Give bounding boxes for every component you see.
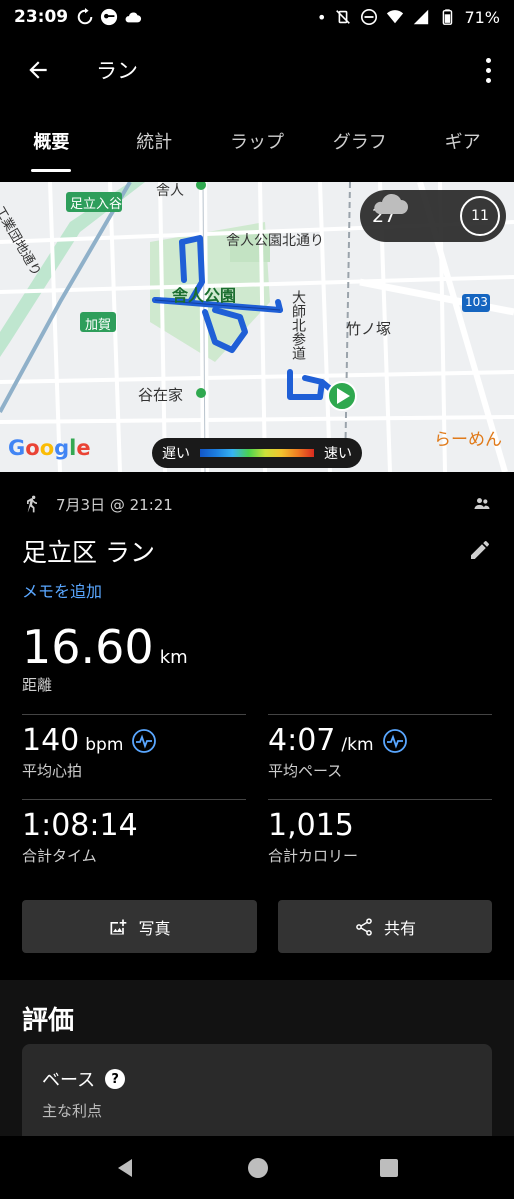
people-icon[interactable] xyxy=(472,494,492,514)
map-label-toneri: 舎人 xyxy=(156,183,184,199)
share-button[interactable]: 共有 xyxy=(278,900,492,953)
evaluation-card-title: ベース xyxy=(42,1070,96,1091)
heart-rate-value: 140 xyxy=(22,723,80,758)
arrow-back-icon xyxy=(29,61,47,79)
map-label-kaga: 加賀 xyxy=(85,318,112,333)
vibrate-off-icon xyxy=(336,10,351,24)
distance-label: 距離 xyxy=(22,676,53,694)
speed-gradient-bar xyxy=(200,449,314,457)
legend-slow: 遅い xyxy=(162,446,190,462)
share-icon xyxy=(356,917,372,936)
edit-pencil-icon[interactable] xyxy=(468,538,492,562)
evaluation-card[interactable]: ベース? 主な利点 xyxy=(22,1044,492,1144)
evaluation-card-sub: 主な利点 xyxy=(42,1102,103,1120)
weather-badge[interactable]: 27° 11 xyxy=(360,190,506,242)
stat-total-time: 1:08:14 合計タイム xyxy=(22,799,246,866)
signal-icon xyxy=(414,9,429,25)
dot-icon: • xyxy=(317,7,327,27)
total-time-value: 1:08:14 xyxy=(22,808,138,843)
map-label-adachi-iriya: 足立入谷 xyxy=(70,197,123,212)
distance-value: 16.60 xyxy=(22,620,154,674)
route-103-badge: 103 xyxy=(465,295,488,309)
uv-index-badge: 11 xyxy=(460,196,500,236)
calories-value: 1,015 xyxy=(268,808,354,843)
battery-icon xyxy=(443,9,453,25)
tab-graph[interactable]: グラフ xyxy=(308,112,411,172)
map-label-toneri-koen-kita: 舎人公園北通り xyxy=(226,233,324,249)
tab-laps[interactable]: ラップ xyxy=(206,112,309,172)
pace-chart-icon[interactable] xyxy=(382,728,408,754)
cloud-icon xyxy=(125,12,142,23)
app-notification-icon xyxy=(101,8,118,26)
route-map[interactable]: 舎人 足立入谷 舎人公園北通り 舎人公園 大師北参道 竹ノ塚 谷在家 加賀 10… xyxy=(0,182,514,472)
running-icon xyxy=(27,495,37,513)
sync-icon xyxy=(77,8,93,25)
map-label-takenotsuka: 竹ノ塚 xyxy=(346,320,392,338)
status-bar: 23:09 • 71% xyxy=(0,0,514,34)
status-time: 23:09 xyxy=(14,7,69,27)
add-photo-button[interactable]: 写真 xyxy=(22,900,257,953)
nav-home-icon[interactable] xyxy=(246,1156,270,1180)
legend-fast: 速い xyxy=(324,446,352,462)
stat-calories: 1,015 合計カロリー xyxy=(268,799,492,866)
map-label-ramen: らーめん xyxy=(434,430,502,450)
calories-label: 合計カロリー xyxy=(268,847,359,865)
stat-heart-rate: 140 bpm 平均心拍 xyxy=(22,714,246,781)
heart-rate-unit: bpm xyxy=(85,735,124,755)
photo-label: 写真 xyxy=(138,918,171,938)
activity-name: 足立区 ラン xyxy=(22,538,155,567)
activity-date: 7月3日 @ 21:21 xyxy=(56,495,173,514)
share-label: 共有 xyxy=(383,918,416,938)
back-button[interactable] xyxy=(18,50,58,90)
distance-value-row: 16.60 km xyxy=(22,620,188,674)
app-bar: ラン xyxy=(0,40,514,100)
help-icon[interactable]: ? xyxy=(105,1069,126,1089)
nav-recents-icon[interactable] xyxy=(378,1157,400,1179)
map-label-toneri-koen: 舎人公園 xyxy=(172,286,237,305)
evaluation-title: 評価 xyxy=(22,1006,75,1036)
more-dot-icon xyxy=(485,57,491,63)
distance-unit: km xyxy=(159,647,188,668)
stat-pace: 4:07/km 平均ペース xyxy=(268,714,492,781)
add-memo-link[interactable]: メモを追加 xyxy=(22,578,102,602)
wifi-icon xyxy=(387,10,404,24)
nav-back-icon[interactable] xyxy=(114,1156,138,1180)
map-label-daishi: 大師北参道 xyxy=(290,290,306,360)
heart-rate-chart-icon[interactable] xyxy=(131,728,157,754)
dnd-icon xyxy=(361,8,378,26)
cloudy-icon xyxy=(374,193,408,214)
tab-stats[interactable]: 統計 xyxy=(103,112,206,172)
map-label-yazaike: 谷在家 xyxy=(138,386,184,404)
tab-gear[interactable]: ギア xyxy=(411,112,514,172)
page-title: ラン xyxy=(96,59,138,83)
pace-value: 4:07 xyxy=(268,723,336,758)
tab-overview[interactable]: 概要 xyxy=(0,112,103,172)
tab-bar: 概要 統計 ラップ グラフ ギア xyxy=(0,112,514,172)
heart-rate-label: 平均心拍 xyxy=(22,762,83,780)
pace-unit: /km xyxy=(341,735,374,755)
pace-label: 平均ペース xyxy=(268,762,343,780)
system-nav-bar xyxy=(0,1136,514,1199)
more-options-button[interactable] xyxy=(476,50,500,90)
battery-percent: 71% xyxy=(464,7,500,27)
google-logo: Google xyxy=(8,436,91,460)
add-photo-icon xyxy=(110,919,127,934)
total-time-label: 合計タイム xyxy=(22,847,97,865)
speed-legend: 遅い 速い xyxy=(152,438,362,468)
activity-meta: 7月3日 @ 21:21 xyxy=(22,490,492,518)
